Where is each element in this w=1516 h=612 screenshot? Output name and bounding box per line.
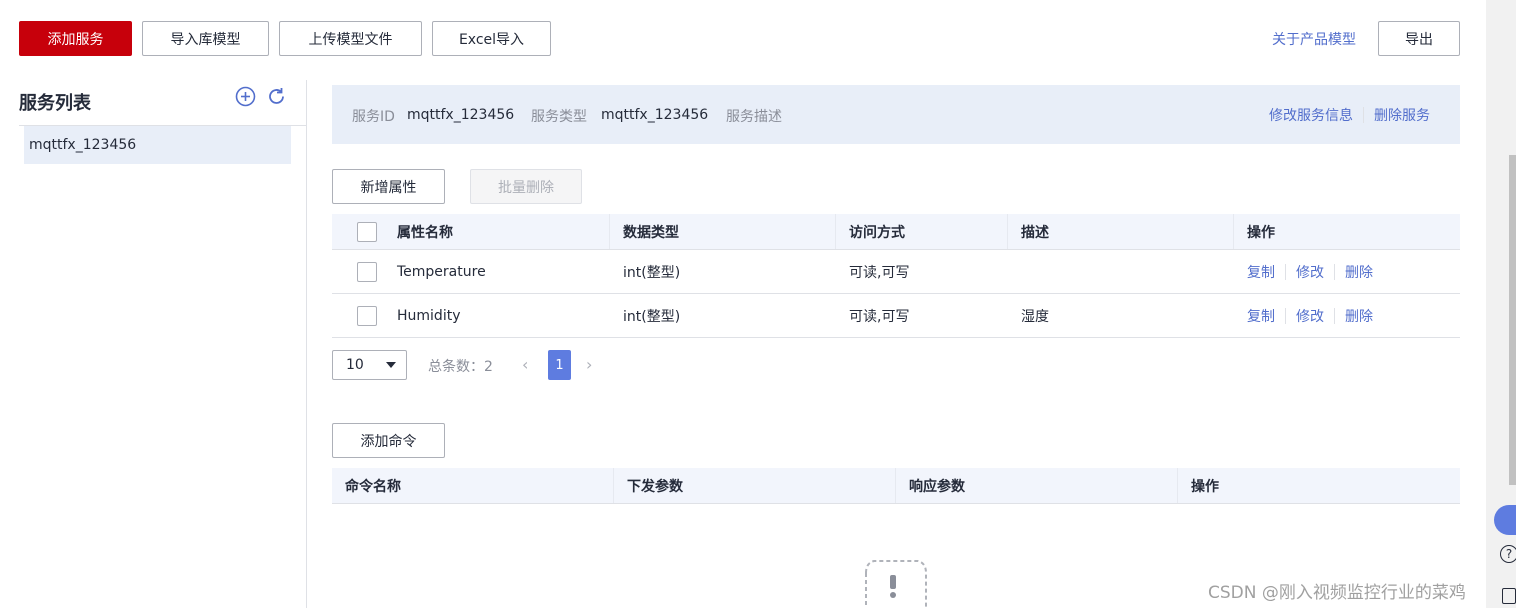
total-count: 总条数：2 [428, 359, 493, 375]
upload-model-file-button[interactable]: 上传模型文件 [279, 21, 422, 56]
scrollbar-thumb[interactable] [1509, 155, 1516, 485]
column-header-command-ops: 操作 [1191, 478, 1219, 495]
copy-link[interactable]: 复制 [1247, 306, 1275, 326]
property-type: int(整型) [623, 308, 681, 325]
column-header-access: 访问方式 [849, 224, 905, 241]
service-type-value: mqttfx_123456 [601, 107, 709, 123]
sidebar-item-label: mqttfx_123456 [29, 137, 137, 153]
property-access: 可读,可写 [849, 308, 910, 325]
empty-state-icon [862, 555, 930, 608]
sidebar-item-mqttfx[interactable]: mqttfx_123456 [24, 126, 291, 164]
service-id-label: 服务ID [352, 109, 395, 125]
prev-page-icon[interactable]: ‹ [522, 355, 528, 374]
delete-service-link[interactable]: 删除服务 [1374, 105, 1430, 125]
help-icon[interactable]: ? [1500, 545, 1516, 563]
edit-link[interactable]: 修改 [1296, 306, 1324, 326]
service-info-bar: 服务ID mqttfx_123456 服务类型 mqttfx_123456 服务… [332, 85, 1460, 144]
select-all-checkbox[interactable] [357, 221, 377, 242]
property-name: Humidity [397, 307, 461, 324]
table-row: Temperature int(整型) 可读,可写 复制 修改 删除 [332, 250, 1460, 294]
edit-link[interactable]: 修改 [1296, 262, 1324, 282]
batch-delete-button[interactable]: 批量删除 [470, 169, 582, 204]
page-1-button[interactable]: 1 [548, 350, 571, 380]
export-button[interactable]: 导出 [1378, 21, 1460, 56]
divider [1177, 468, 1178, 503]
watermark: CSDN @刚入视频监控行业的菜鸡 [1208, 583, 1466, 603]
property-access: 可读,可写 [849, 264, 910, 281]
properties-table-header: 属性名称 数据类型 访问方式 描述 操作 [332, 214, 1460, 250]
delete-link[interactable]: 删除 [1345, 262, 1373, 282]
row-checkbox[interactable] [357, 305, 377, 326]
sidebar: 服务列表 mqttfx_123456 [0, 80, 307, 608]
column-header-name: 属性名称 [397, 224, 453, 241]
add-command-button[interactable]: 添加命令 [332, 423, 445, 458]
import-library-model-button[interactable]: 导入库模型 [142, 21, 269, 56]
column-header-response-params: 响应参数 [909, 478, 965, 495]
column-header-desc: 描述 [1021, 224, 1049, 241]
edit-service-link[interactable]: 修改服务信息 [1269, 105, 1353, 125]
column-header-send-params: 下发参数 [627, 478, 683, 495]
divider [1334, 307, 1335, 324]
row-checkbox[interactable] [357, 261, 377, 282]
divider [1233, 214, 1234, 249]
table-row: Humidity int(整型) 可读,可写 湿度 复制 修改 删除 [332, 294, 1460, 338]
about-product-model-link[interactable]: 关于产品模型 [1272, 29, 1356, 49]
refresh-icon[interactable] [266, 86, 287, 107]
excel-import-button[interactable]: Excel导入 [432, 21, 551, 56]
property-type: int(整型) [623, 264, 681, 281]
service-actions: 修改服务信息 删除服务 [1269, 105, 1430, 125]
add-service-icon[interactable] [235, 86, 256, 107]
add-service-button[interactable]: 添加服务 [19, 21, 132, 56]
caret-down-icon [386, 362, 396, 368]
service-type-label: 服务类型 [531, 109, 587, 125]
divider [1285, 307, 1286, 324]
page-number: 1 [555, 357, 564, 373]
divider [1334, 263, 1335, 280]
column-header-ops: 操作 [1247, 224, 1275, 241]
property-desc: 湿度 [1021, 308, 1049, 325]
divider [895, 468, 896, 503]
divider [835, 214, 836, 249]
sidebar-title: 服务列表 [19, 93, 91, 114]
customer-service-icon[interactable] [1494, 505, 1516, 535]
page-size-value: 10 [346, 357, 364, 373]
next-page-icon[interactable]: › [586, 355, 592, 374]
service-desc-label: 服务描述 [726, 109, 782, 125]
divider [1285, 263, 1286, 280]
divider [1007, 214, 1008, 249]
feedback-icon[interactable] [1502, 588, 1516, 604]
property-name: Temperature [397, 263, 486, 280]
commands-table-header: 命令名称 下发参数 响应参数 操作 [332, 468, 1460, 504]
copy-link[interactable]: 复制 [1247, 262, 1275, 282]
service-id-value: mqttfx_123456 [407, 107, 515, 123]
divider [613, 468, 614, 503]
delete-link[interactable]: 删除 [1345, 306, 1373, 326]
divider [1363, 107, 1364, 123]
divider [609, 214, 610, 249]
column-header-command-name: 命令名称 [345, 478, 401, 495]
page-size-select[interactable]: 10 [332, 350, 407, 380]
add-property-button[interactable]: 新增属性 [332, 169, 445, 204]
column-header-type: 数据类型 [623, 224, 679, 241]
